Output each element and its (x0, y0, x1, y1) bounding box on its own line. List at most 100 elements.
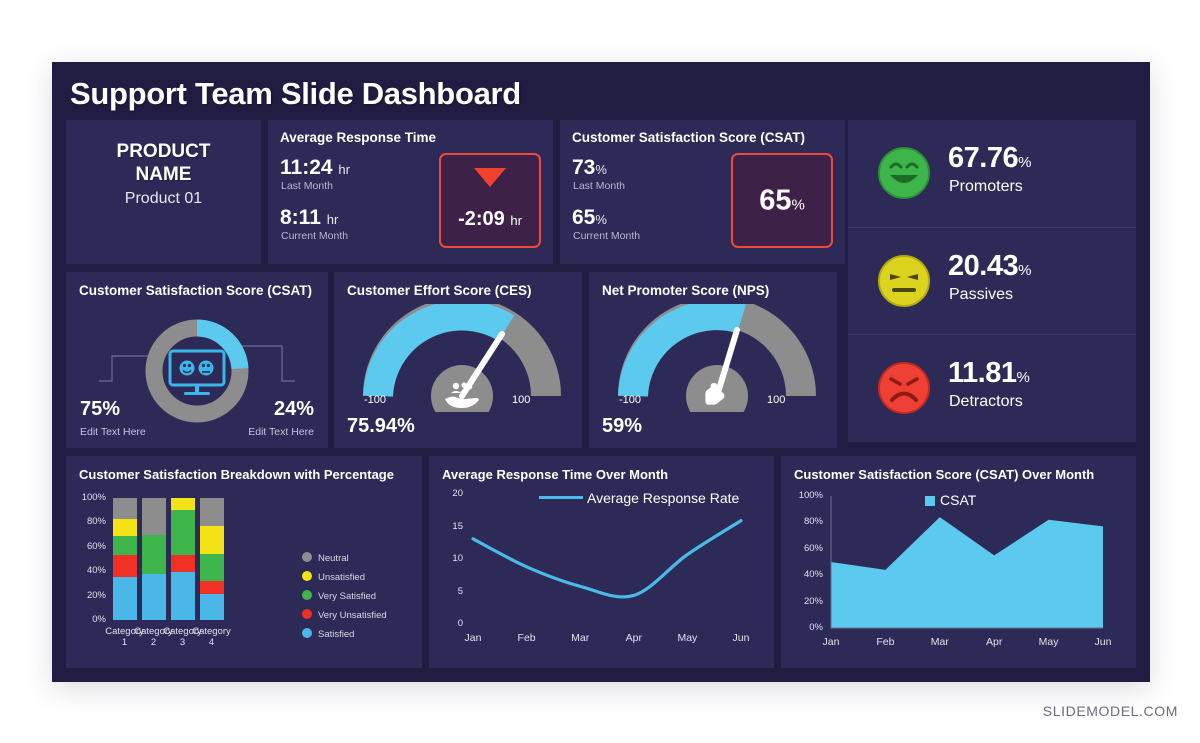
footer-brand: SLIDEMODEL.COM (1042, 703, 1178, 719)
legend-label: Unsatisfied (318, 572, 365, 583)
product-name-line2: NAME (135, 164, 192, 185)
legend-line-swatch (539, 496, 583, 499)
page-title: Support Team Slide Dashboard (70, 76, 521, 111)
nps-label-promoters: Promoters (949, 178, 1023, 195)
bar-segment (112, 535, 137, 556)
slide-canvas: Support Team Slide Dashboard PRODUCT NAM… (52, 62, 1150, 682)
nps-row-detractors: 11.81% Detractors (848, 334, 1136, 441)
bar-segment (199, 498, 224, 527)
nps-gauge-chart (618, 304, 816, 412)
legend-color-swatch (925, 496, 935, 506)
product-name-line1: PRODUCT (116, 141, 211, 162)
bar-segment (199, 594, 224, 620)
average-response-time-card: Average Response Time 11:24 hr Last Mont… (268, 120, 553, 264)
nps-value-detractors: 11.81% (948, 357, 1030, 389)
product-value: Product 01 (124, 190, 203, 207)
dashboard-page: Support Team Slide Dashboard PRODUCT NAM… (0, 0, 1200, 743)
nps-gauge-max-label: 100 (767, 394, 786, 406)
legend-label: Very Satisfied (318, 591, 377, 602)
bar-segment (170, 555, 195, 573)
art-current-month-label: Current Month (281, 230, 349, 242)
art-delta-value: -2:09 hr (458, 208, 522, 230)
breakdown-legend-item: Unsatisfied (302, 571, 365, 583)
csat-current-month-label: Current Month (573, 230, 641, 242)
ces-gauge-chart (363, 304, 561, 412)
smile-face-icon (878, 147, 930, 199)
bar-segment (199, 580, 224, 595)
nps-gauge-min-label: -100 (619, 394, 642, 406)
csat-donut-right-value: 24% (273, 398, 314, 420)
breakdown-xtick: Category 4 (192, 626, 231, 648)
arrow-down-icon (474, 168, 506, 187)
bar-segment (141, 534, 166, 574)
product-name-heading: PRODUCT NAME (66, 140, 261, 186)
ces-gauge-min-label: -100 (364, 394, 387, 406)
nps-row-passives: 20.43% Passives (848, 227, 1136, 334)
nps-value-passives: 20.43% (948, 250, 1031, 282)
csat-current-month-value: 65% (572, 206, 607, 229)
legend-color-dot (302, 590, 312, 600)
line-chart-legend: Average Response Rate (539, 490, 739, 506)
area-xtick: Apr (986, 636, 1003, 648)
area-xtick: Jun (1094, 636, 1112, 648)
ces-gauge-title: Customer Effort Score (CES) (347, 283, 532, 298)
csat-kpi-card: Customer Satisfaction Score (CSAT) 73% L… (560, 120, 845, 264)
breakdown-ytick: 100% (81, 492, 106, 503)
legend-label: Very Unsatisfied (318, 610, 387, 621)
legend-color-dot (302, 609, 312, 619)
art-last-month-label: Last Month (281, 180, 333, 192)
breakdown-legend-item: Very Satisfied (302, 590, 376, 602)
art-last-month-value: 11:24 hr (280, 156, 350, 179)
legend-color-dot (302, 571, 312, 581)
nps-breakdown-panel: 67.76% Promoters 20.43% Passives 11.81% … (848, 120, 1136, 442)
legend-label: CSAT (940, 492, 977, 508)
nps-gauge-card: Net Promoter Score (NPS) -100 100 59% (589, 272, 837, 448)
breakdown-ytick: 0% (92, 614, 106, 625)
response-time-trend-chart: 0 5 10 15 20 Jan Feb Mar Apr May Jun Average Respon… (429, 456, 774, 668)
area-xtick: May (1038, 636, 1059, 648)
csat-highlight-box: 65% (731, 153, 833, 248)
legend-label: Neutral (318, 553, 349, 564)
breakdown-legend-item: Very Unsatisfied (302, 609, 387, 621)
line-xtick: Jun (732, 632, 750, 644)
average-response-time-title: Average Response Time (280, 130, 437, 145)
bar-segment (112, 555, 137, 578)
csat-donut-left-caption: Edit Text Here (80, 426, 146, 438)
bar-segment (112, 577, 137, 620)
nps-row-promoters: 67.76% Promoters (848, 120, 1136, 226)
bar-segment (141, 573, 166, 620)
sad-face-icon (878, 362, 930, 414)
line-xtick: Jan (464, 632, 482, 644)
bar-segment (112, 518, 137, 536)
legend-color-dot (302, 628, 312, 638)
art-current-month-value: 8:11 hr (280, 206, 339, 229)
monitor-faces-icon (168, 349, 226, 395)
line-xtick: Apr (625, 632, 642, 644)
response-time-trend-card: Average Response Time Over Month 0 5 10 15 2… (429, 456, 774, 668)
product-name-card: PRODUCT NAME Product 01 (66, 120, 261, 264)
bar-segment (170, 572, 195, 620)
satisfaction-breakdown-chart: 0% 20% 40% 60% 80% 100% Category 1 Category 2 Ca… (66, 456, 422, 668)
breakdown-legend-item: Satisfied (302, 628, 354, 640)
neutral-face-icon (878, 255, 930, 307)
line-xtick: Feb (517, 632, 536, 644)
csat-kpi-title: Customer Satisfaction Score (CSAT) (572, 130, 806, 145)
line-xtick: May (677, 632, 698, 644)
area-chart-legend: CSAT (925, 492, 976, 508)
satisfaction-breakdown-card: Customer Satisfaction Breakdown with Per… (66, 456, 422, 668)
bar-segment (199, 526, 224, 555)
nps-gauge-value: 59% (602, 415, 643, 437)
bar-segment (199, 554, 224, 581)
csat-last-month-value: 73% (572, 156, 607, 179)
breakdown-ytick: 40% (86, 565, 106, 577)
csat-donut-left-value: 75% (80, 398, 121, 420)
breakdown-ytick: 60% (86, 540, 106, 552)
bar-segment (141, 498, 166, 535)
area-xtick: Jan (822, 636, 840, 648)
breakdown-legend-item: Neutral (302, 552, 349, 564)
csat-donut-right-caption: Edit Text Here (248, 426, 314, 438)
bar-segment (170, 510, 195, 556)
csat-highlight-value: 65% (759, 184, 805, 216)
csat-last-month-label: Last Month (573, 180, 625, 192)
ces-gauge-value: 75.94% (347, 415, 415, 437)
